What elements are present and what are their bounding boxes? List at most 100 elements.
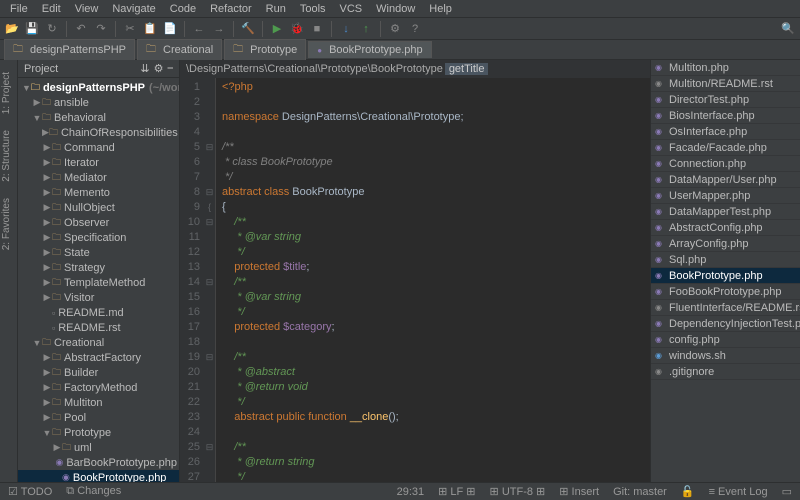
open-file-row[interactable]: ◉Multiton.php× — [651, 60, 800, 76]
tree-node[interactable]: ▶🗀Multiton — [18, 395, 179, 410]
status-encoding[interactable]: ⊞ UTF-8 ⊞ — [490, 485, 546, 498]
open-file-row[interactable]: ◉Sql.php× — [651, 252, 800, 268]
save-icon[interactable]: 💾 — [24, 21, 40, 37]
tree-node[interactable]: ▫README.rst — [18, 320, 179, 335]
nav-tab[interactable]: designPatternsPHP — [4, 39, 135, 61]
fold-column[interactable]: ⊟⊟{⊟⊟⊟⊟⊟⊟⊟ — [204, 78, 216, 482]
menu-help[interactable]: Help — [423, 2, 458, 15]
rail-item[interactable]: 2: Structure — [0, 126, 17, 186]
nav-tab[interactable]: BookPrototype.php — [308, 41, 431, 58]
tree-node[interactable]: ▶🗀NullObject — [18, 200, 179, 215]
breadcrumb[interactable]: \DesignPatterns\Creational\Prototype\Boo… — [180, 60, 650, 78]
project-collapse-icon[interactable]: ⇊ — [140, 62, 149, 75]
status-insert-mode[interactable]: ⊞ Insert — [559, 485, 599, 498]
build-icon[interactable]: 🔨 — [240, 21, 256, 37]
menu-window[interactable]: Window — [370, 2, 421, 15]
project-hide-icon[interactable]: ⎯ — [168, 62, 174, 75]
menu-navigate[interactable]: Navigate — [106, 2, 161, 15]
tree-node[interactable]: ▶🗀TemplateMethod — [18, 275, 179, 290]
open-file-row[interactable]: ◉DirectorTest.php× — [651, 92, 800, 108]
cut-icon[interactable]: ✂ — [122, 21, 138, 37]
open-file-row[interactable]: ◉UserMapper.php× — [651, 188, 800, 204]
copy-icon[interactable]: 📋 — [142, 21, 158, 37]
project-tree[interactable]: ▼🗀designPatternsPHP(~/workspac▶🗀ansible▼… — [18, 78, 179, 482]
tree-node[interactable]: ▶🗀Memento — [18, 185, 179, 200]
open-file-row[interactable]: ◉windows.sh× — [651, 348, 800, 364]
tree-node[interactable]: ▶🗀Pool — [18, 410, 179, 425]
status-caret-pos[interactable]: 29:31 — [397, 486, 425, 498]
open-file-row[interactable]: ◉DataMapperTest.php× — [651, 204, 800, 220]
tree-node[interactable]: ▼🗀Creational — [18, 335, 179, 350]
status-changes[interactable]: ⧉ Changes — [66, 485, 121, 498]
open-file-row[interactable]: ◉Multiton/README.rst× — [651, 76, 800, 92]
menu-edit[interactable]: Edit — [36, 2, 67, 15]
nav-tab[interactable]: Prototype — [224, 39, 306, 61]
project-gear-icon[interactable]: ⚙ — [154, 62, 164, 75]
open-file-row[interactable]: ◉Connection.php× — [651, 156, 800, 172]
status-line-ending[interactable]: ⊞ LF ⊞ — [438, 485, 475, 498]
help-icon[interactable]: ? — [407, 21, 423, 37]
open-file-row[interactable]: ◉config.php× — [651, 332, 800, 348]
open-file-row[interactable]: ◉FluentInterface/README.rst× — [651, 300, 800, 316]
tree-node[interactable]: ▶🗀AbstractFactory — [18, 350, 179, 365]
open-file-row[interactable]: ◉DataMapper/User.php× — [651, 172, 800, 188]
rail-item[interactable]: 2: Favorites — [0, 194, 17, 254]
tree-node[interactable]: ▶🗀Specification — [18, 230, 179, 245]
tree-node[interactable]: ▶🗀Iterator — [18, 155, 179, 170]
status-git-branch[interactable]: Git: master — [613, 486, 667, 498]
tree-node[interactable]: ▶🗀Observer — [18, 215, 179, 230]
open-file-row[interactable]: ◉BiosInterface.php× — [651, 108, 800, 124]
tree-node[interactable]: ▼🗀Behavioral — [18, 110, 179, 125]
open-file-row[interactable]: ◉.gitignore× — [651, 364, 800, 380]
run-icon[interactable]: ▶ — [269, 21, 285, 37]
open-file-row[interactable]: ◉FooBookPrototype.php× — [651, 284, 800, 300]
tree-node[interactable]: ▶🗀Mediator — [18, 170, 179, 185]
search-icon[interactable]: 🔍 — [780, 21, 796, 37]
tree-node[interactable]: ▶🗀ansible — [18, 95, 179, 110]
tree-node[interactable]: ▶🗀State — [18, 245, 179, 260]
vcs-commit-icon[interactable]: ↑ — [358, 21, 374, 37]
vcs-update-icon[interactable]: ↓ — [338, 21, 354, 37]
nav-tab[interactable]: Creational — [137, 39, 222, 61]
menu-code[interactable]: Code — [164, 2, 202, 15]
tree-node[interactable]: ▫README.md — [18, 305, 179, 320]
status-lock-icon[interactable]: 🔓 — [681, 485, 695, 498]
menu-view[interactable]: View — [69, 2, 105, 15]
sync-icon[interactable]: ↻ — [44, 21, 60, 37]
open-file-row[interactable]: ◉AbstractConfig.php× — [651, 220, 800, 236]
menu-refactor[interactable]: Refactor — [204, 2, 258, 15]
menu-run[interactable]: Run — [260, 2, 292, 15]
open-file-row[interactable]: ◉BookPrototype.php× — [651, 268, 800, 284]
status-event-log[interactable]: ≡ Event Log — [709, 486, 768, 498]
open-icon[interactable]: 📂 — [4, 21, 20, 37]
open-file-row[interactable]: ◉OsInterface.php× — [651, 124, 800, 140]
code-lines[interactable]: <?phpnamespace DesignPatterns\Creational… — [216, 78, 650, 482]
menu-tools[interactable]: Tools — [294, 2, 332, 15]
debug-icon[interactable]: 🐞 — [289, 21, 305, 37]
tree-node[interactable]: ▶🗀ChainOfResponsibilities — [18, 125, 179, 140]
tree-node[interactable]: ▶🗀Command — [18, 140, 179, 155]
menu-file[interactable]: File — [4, 2, 34, 15]
open-file-row[interactable]: ◉Facade/Facade.php× — [651, 140, 800, 156]
forward-icon[interactable]: → — [211, 21, 227, 37]
rail-item[interactable]: 1: Project — [0, 68, 17, 118]
open-file-row[interactable]: ◉DependencyInjectionTest.php× — [651, 316, 800, 332]
open-file-row[interactable]: ◉ArrayConfig.php× — [651, 236, 800, 252]
tree-node[interactable]: ▶🗀FactoryMethod — [18, 380, 179, 395]
tree-node[interactable]: ◉BarBookPrototype.php — [18, 455, 179, 470]
settings-icon[interactable]: ⚙ — [387, 21, 403, 37]
status-inspect-icon[interactable]: ▭ — [782, 485, 792, 498]
undo-icon[interactable]: ↶ — [73, 21, 89, 37]
tree-node[interactable]: ▶🗀uml — [18, 440, 179, 455]
back-icon[interactable]: ← — [191, 21, 207, 37]
tree-node[interactable]: ◉BookPrototype.php — [18, 470, 179, 482]
paste-icon[interactable]: 📄 — [162, 21, 178, 37]
tree-node[interactable]: ▼🗀Prototype — [18, 425, 179, 440]
tree-node[interactable]: ▶🗀Visitor — [18, 290, 179, 305]
tree-node[interactable]: ▶🗀Strategy — [18, 260, 179, 275]
redo-icon[interactable]: ↷ — [93, 21, 109, 37]
menu-vcs[interactable]: VCS — [334, 2, 369, 15]
stop-icon[interactable]: ■ — [309, 21, 325, 37]
tree-node[interactable]: ▶🗀Builder — [18, 365, 179, 380]
code-area[interactable]: 1234567891011121314151617181920212223242… — [180, 78, 650, 482]
